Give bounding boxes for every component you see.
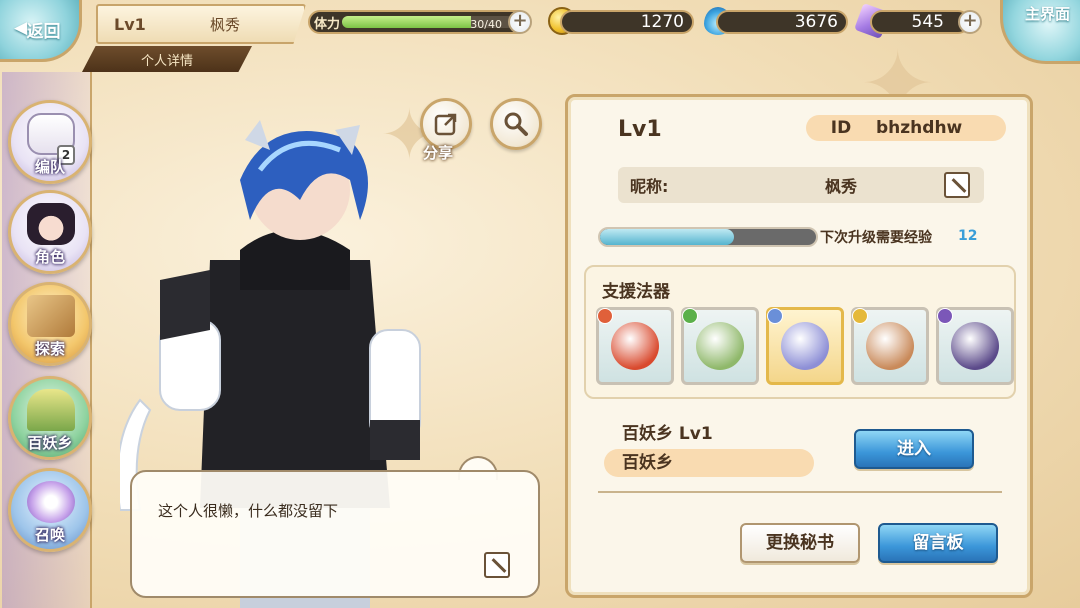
- flame-counter: 3676: [716, 10, 848, 34]
- artifact-slot[interactable]: [596, 307, 674, 385]
- profile-id: ID bhzhdhw: [806, 115, 1006, 141]
- change-secretary-button[interactable]: 更换秘书: [740, 523, 860, 563]
- magnifier-icon: [504, 112, 528, 136]
- stamina-bar: 体力 30/40: [308, 10, 530, 34]
- back-arrow-icon: ◀: [14, 18, 28, 38]
- artifact-section: 支援法器: [584, 265, 1016, 399]
- share-icon: [434, 113, 457, 136]
- nav-team-label: 编队: [34, 158, 65, 176]
- add-crystal-button[interactable]: +: [958, 10, 982, 34]
- nav-team[interactable]: 2 编队: [8, 100, 92, 184]
- coin-counter: 1270: [560, 10, 694, 34]
- explore-icon: [27, 295, 75, 337]
- artifact-icon: [696, 322, 744, 370]
- artifact-icon: [781, 322, 829, 370]
- element-icon: [852, 308, 868, 324]
- artifact-icon: [866, 322, 914, 370]
- signature-bubble: 这个人很懒，什么都没留下: [130, 470, 540, 598]
- nav-summon-label: 召唤: [34, 526, 65, 544]
- nickname-value: 枫秀: [824, 177, 857, 196]
- edit-signature-icon[interactable]: [484, 552, 510, 578]
- tab-profile-detail[interactable]: 个人详情: [82, 46, 252, 72]
- element-icon: [597, 308, 613, 324]
- nickname-row: 昵称: 枫秀: [618, 167, 984, 203]
- id-value: bhzhdhw: [876, 118, 963, 138]
- player-name: 枫秀: [210, 15, 241, 34]
- add-stamina-button[interactable]: +: [508, 10, 532, 34]
- artifact-slot[interactable]: [681, 307, 759, 385]
- element-icon: [682, 308, 698, 324]
- nav-characters-label: 角色: [34, 248, 65, 266]
- nav-characters[interactable]: 角色: [8, 190, 92, 274]
- player-plate: Lv1 枫秀: [96, 4, 306, 44]
- element-icon: [937, 308, 953, 324]
- share-label: 分享: [423, 144, 454, 162]
- exp-label: 下次升级需要经验: [820, 230, 932, 246]
- signature-text: 这个人很懒，什么都没留下: [158, 502, 339, 520]
- id-label: ID: [830, 118, 852, 138]
- enter-town-button[interactable]: 进入: [854, 429, 974, 469]
- town-name-bar: 百妖乡: [604, 449, 814, 477]
- nickname-label: 昵称:: [630, 177, 669, 196]
- nav-explore[interactable]: 探索: [8, 282, 92, 366]
- element-icon: [767, 308, 783, 324]
- nav-summon[interactable]: 召唤: [8, 468, 92, 552]
- exp-bar: [598, 227, 818, 247]
- edit-nickname-icon[interactable]: [944, 172, 970, 198]
- artifact-icon: [951, 322, 999, 370]
- exp-fill: [600, 229, 734, 245]
- profile-panel: Lv1 ID bhzhdhw 昵称: 枫秀 下次升级需要经验 12 支援法器 百…: [565, 94, 1033, 598]
- divider: [598, 491, 1002, 493]
- message-board-button[interactable]: 留言板: [878, 523, 998, 563]
- artifact-icon: [611, 322, 659, 370]
- town-icon: [27, 389, 75, 431]
- summon-icon: [27, 481, 75, 523]
- zoom-button[interactable]: [490, 98, 542, 150]
- stamina-label: 体力: [314, 17, 341, 32]
- character-icon: [27, 203, 75, 245]
- stamina-fill: [342, 16, 471, 28]
- nav-explore-label: 探索: [34, 340, 65, 358]
- stamina-value: 30/40: [470, 18, 502, 31]
- nav-town-label: 百妖乡: [27, 434, 73, 452]
- profile-level: Lv1: [618, 117, 662, 142]
- player-level: Lv1: [114, 14, 146, 34]
- artifact-title: 支援法器: [602, 282, 670, 302]
- artifact-slot[interactable]: [936, 307, 1014, 385]
- artifact-slot[interactable]: [851, 307, 929, 385]
- town-level-label: 百妖乡 Lv1: [622, 424, 713, 444]
- nav-town[interactable]: 百妖乡: [8, 376, 92, 460]
- back-label: 返回: [26, 22, 61, 42]
- artifact-slot[interactable]: [766, 307, 844, 385]
- crystal-counter: 545: [870, 10, 970, 34]
- exp-value: 12: [958, 228, 978, 244]
